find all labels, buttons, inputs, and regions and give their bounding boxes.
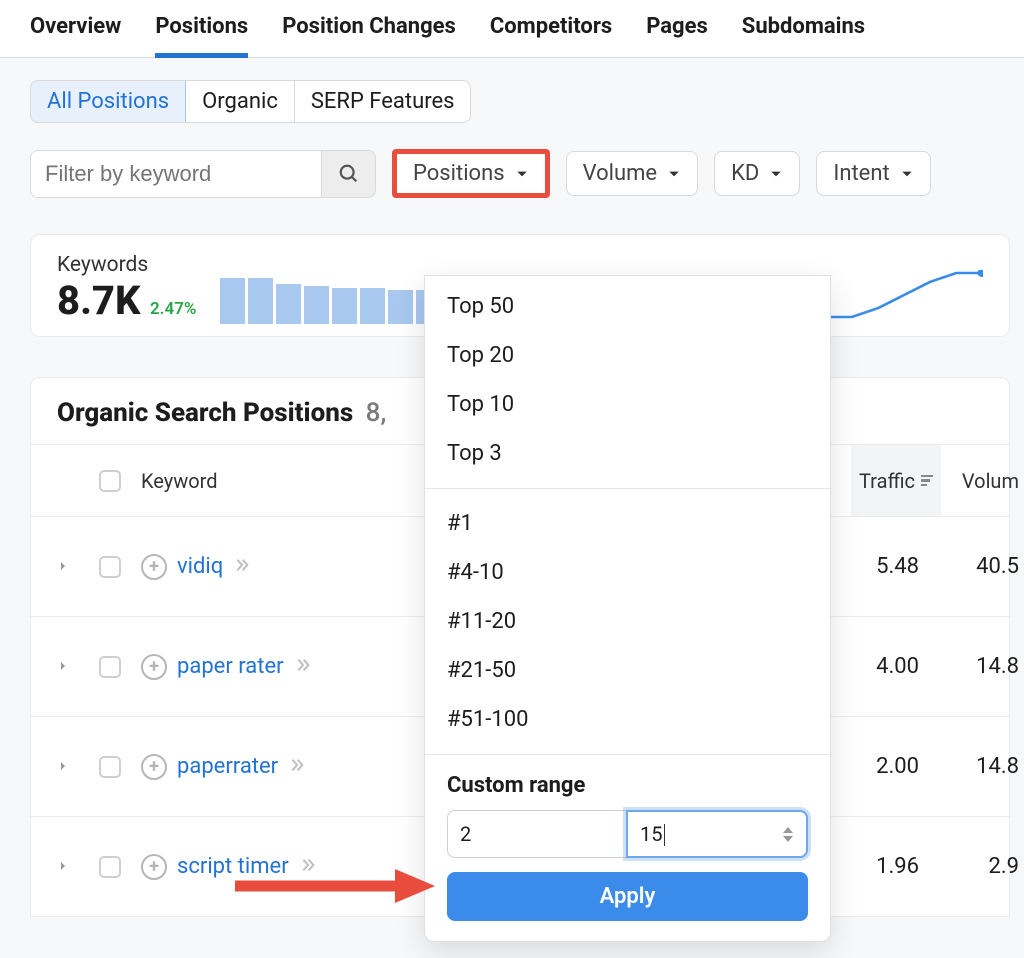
chevron-down-icon <box>667 167 681 181</box>
filter-row: Positions Volume KD Intent <box>30 149 1010 198</box>
dd-apply-button[interactable]: Apply <box>447 872 808 921</box>
expand-row-icon[interactable] <box>57 756 99 777</box>
traffic-value: 1.96 <box>851 854 941 879</box>
position-type-segment: All Positions Organic SERP Features <box>30 80 471 123</box>
dd-custom-from-input[interactable]: 2 <box>447 810 626 858</box>
chevron-double-right-icon[interactable] <box>288 755 306 778</box>
bar <box>360 288 385 324</box>
bar <box>332 288 357 324</box>
volume-value: 2.9 <box>941 854 1024 879</box>
chevron-down-icon <box>769 167 783 181</box>
filter-intent-label: Intent <box>833 161 889 186</box>
filter-volume-label: Volume <box>583 161 658 186</box>
add-keyword-icon[interactable]: + <box>141 854 167 880</box>
add-keyword-icon[interactable]: + <box>141 554 167 580</box>
number-stepper-icon[interactable] <box>782 826 794 843</box>
positions-table-title-text: Organic Search Positions <box>57 398 353 428</box>
keyword-filter-input[interactable] <box>31 151 321 197</box>
dd-top-10[interactable]: Top 10 <box>425 380 830 429</box>
volume-value: 14.8 <box>941 754 1024 779</box>
dd-divider <box>425 488 830 489</box>
expand-row-icon[interactable] <box>57 856 99 877</box>
row-checkbox[interactable] <box>99 656 121 678</box>
bar <box>388 290 413 324</box>
tab-positions[interactable]: Positions <box>155 14 248 58</box>
dd-top-20[interactable]: Top 20 <box>425 331 830 380</box>
search-icon <box>338 163 360 185</box>
tab-pages[interactable]: Pages <box>646 14 708 57</box>
segment-serp-features[interactable]: SERP Features <box>295 81 471 122</box>
volume-value: 14.8 <box>941 654 1024 679</box>
dd-pos-21-50[interactable]: #21-50 <box>425 646 830 695</box>
segment-all-positions[interactable]: All Positions <box>30 80 186 123</box>
dd-top-50[interactable]: Top 50 <box>425 282 830 331</box>
select-all-checkbox[interactable] <box>99 470 121 492</box>
chevron-double-right-icon[interactable] <box>299 855 317 878</box>
bar <box>248 278 273 324</box>
sort-desc-icon <box>921 475 933 487</box>
filter-positions-label: Positions <box>413 161 505 186</box>
keywords-stat-text: Keywords 8.7K 2.47% <box>57 253 196 324</box>
dd-custom-from-value: 2 <box>460 822 471 846</box>
dd-custom-range-row: 2 15 <box>447 810 808 858</box>
add-keyword-icon[interactable]: + <box>141 654 167 680</box>
segment-organic[interactable]: Organic <box>186 81 295 122</box>
filter-volume-pill[interactable]: Volume <box>566 151 699 196</box>
row-checkbox[interactable] <box>99 856 121 878</box>
filter-kd-label: KD <box>731 161 759 186</box>
bar <box>304 286 329 324</box>
filter-intent-pill[interactable]: Intent <box>816 151 930 196</box>
volume-value: 40.5 <box>941 554 1024 579</box>
tab-subdomains[interactable]: Subdomains <box>742 14 865 57</box>
dd-pos-4-10[interactable]: #4-10 <box>425 548 830 597</box>
dd-custom-to-input[interactable]: 15 <box>626 810 808 858</box>
keyword-link[interactable]: vidiq <box>177 554 223 579</box>
dd-pos-51-100[interactable]: #51-100 <box>425 695 830 744</box>
dd-custom-to-value: 15 <box>640 822 665 847</box>
dd-divider <box>425 754 830 755</box>
keyword-link[interactable]: paper rater <box>177 654 284 679</box>
traffic-value: 2.00 <box>851 754 941 779</box>
row-checkbox[interactable] <box>99 556 121 578</box>
chevron-down-icon <box>515 167 529 181</box>
tab-overview[interactable]: Overview <box>30 14 121 57</box>
filter-positions-pill[interactable]: Positions <box>392 149 550 198</box>
expand-row-icon[interactable] <box>57 556 99 577</box>
add-keyword-icon[interactable]: + <box>141 754 167 780</box>
tab-position-changes[interactable]: Position Changes <box>282 14 456 57</box>
keywords-stat-value: 8.7K <box>57 277 141 324</box>
traffic-value: 5.48 <box>851 554 941 579</box>
col-traffic[interactable]: Traffic <box>851 445 941 516</box>
expand-row-icon[interactable] <box>57 656 99 677</box>
positions-table-count: 8, <box>366 398 387 428</box>
col-traffic-label: Traffic <box>859 469 915 493</box>
keywords-stat-label: Keywords <box>57 253 196 277</box>
dd-top-3[interactable]: Top 3 <box>425 429 830 478</box>
traffic-value: 4.00 <box>851 654 941 679</box>
keywords-stat-delta: 2.47% <box>150 299 197 319</box>
keyword-link[interactable]: script timer <box>177 854 289 879</box>
chevron-double-right-icon[interactable] <box>294 655 312 678</box>
filter-kd-pill[interactable]: KD <box>714 151 800 196</box>
keyword-filter-search-button[interactable] <box>321 151 375 197</box>
dd-pos-1[interactable]: #1 <box>425 499 830 548</box>
col-keyword[interactable]: Keyword <box>141 469 461 493</box>
bar <box>276 284 301 324</box>
chevron-down-icon <box>900 167 914 181</box>
bar <box>220 278 245 324</box>
tab-competitors[interactable]: Competitors <box>490 14 612 57</box>
dd-custom-range-label: Custom range <box>447 773 808 798</box>
main-tabs: Overview Positions Position Changes Comp… <box>0 0 1024 58</box>
positions-filter-dropdown: Top 50 Top 20 Top 10 Top 3 #1 #4-10 #11-… <box>424 275 831 942</box>
row-checkbox[interactable] <box>99 756 121 778</box>
chevron-double-right-icon[interactable] <box>233 555 251 578</box>
keyword-filter <box>30 150 376 198</box>
col-volume[interactable]: Volum <box>941 469 1024 493</box>
keyword-link[interactable]: paperrater <box>177 754 278 779</box>
dd-pos-11-20[interactable]: #11-20 <box>425 597 830 646</box>
